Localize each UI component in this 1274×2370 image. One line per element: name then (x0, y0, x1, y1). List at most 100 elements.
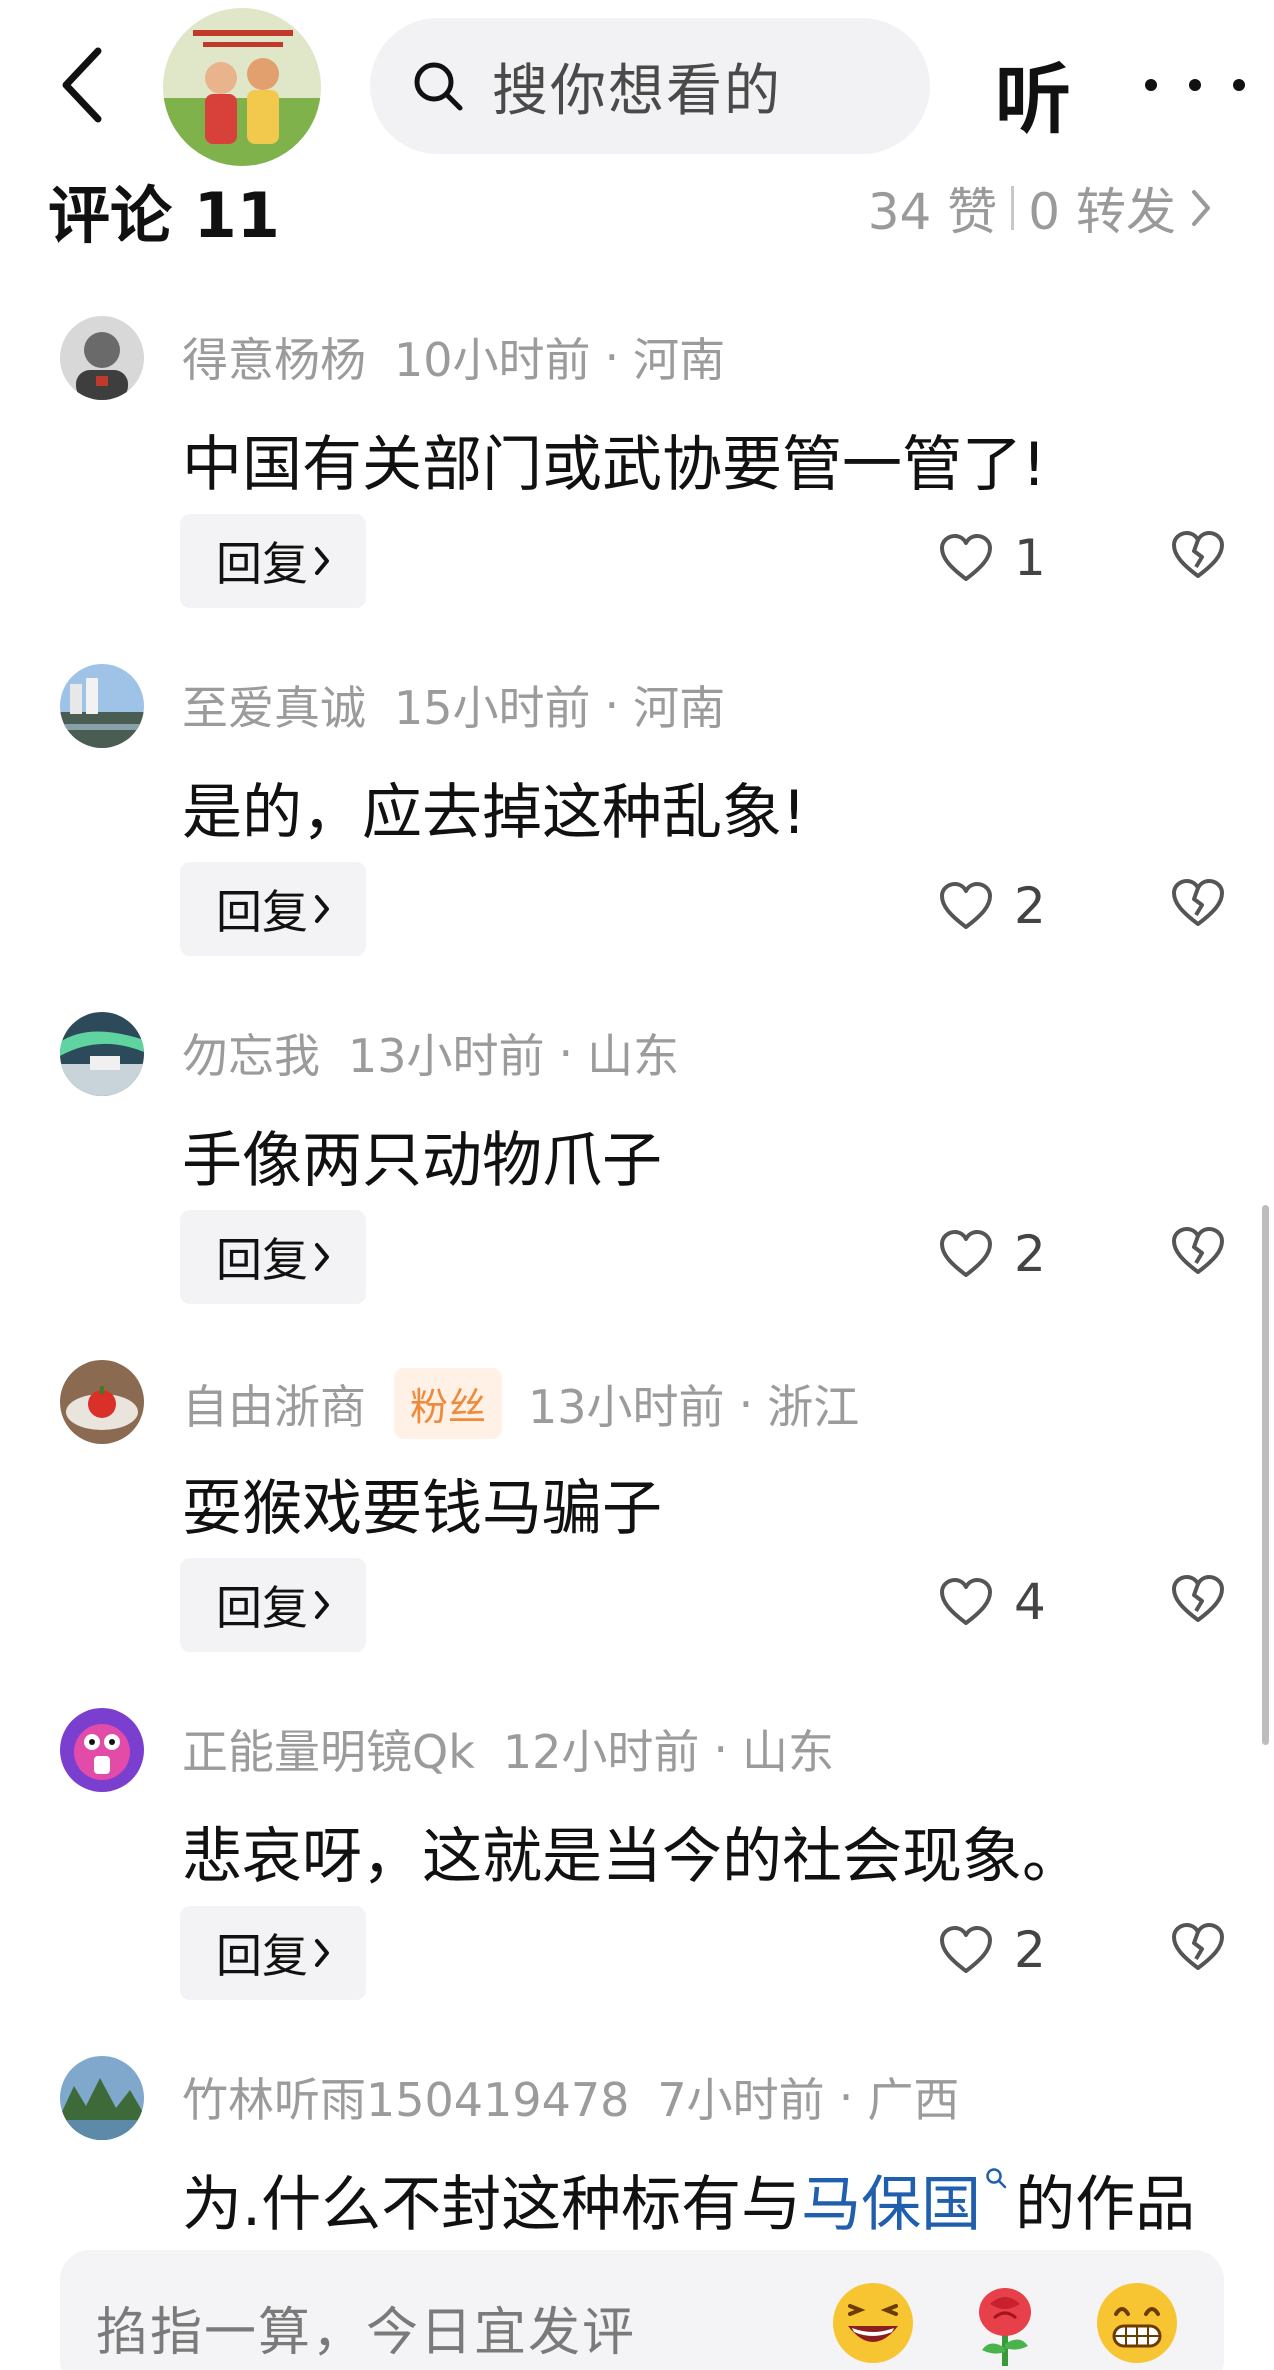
comment-text: 悲哀呀，这就是当今的社会现象。 (182, 1822, 1082, 1892)
more-button[interactable] (1145, 55, 1245, 115)
comment-time: 13小时前 (348, 1029, 545, 1083)
divider (1011, 186, 1015, 230)
commenter-name[interactable]: 勿忘我 (182, 1020, 320, 1086)
search-box[interactable]: 搜你想看的 (370, 18, 930, 154)
like-count: 4 (1014, 1573, 1046, 1631)
reply-button[interactable]: 回复 (180, 1558, 366, 1652)
chevron-right-icon (315, 895, 329, 923)
comment-region: 河南 (633, 333, 726, 387)
likes-count: 34 赞 (867, 183, 998, 241)
comment-item: 勿忘我 13小时前 · 山东 手像两只动物爪子 回复 2 (0, 1012, 1274, 1360)
chevron-left-icon (62, 47, 102, 123)
comment-meta: 正能量明镜Qk 12小时前 · 山东 (182, 1716, 834, 1782)
commenter-name[interactable]: 自由浙商 (182, 1371, 366, 1437)
more-dot-icon (1189, 79, 1201, 91)
broken-heart-icon (1172, 1575, 1224, 1622)
chevron-right-icon (315, 547, 329, 575)
laughing-emoji-icon[interactable] (828, 2278, 918, 2368)
dislike-button[interactable] (1170, 1573, 1226, 1629)
commenter-name[interactable]: 竹林听雨150419478 (182, 2064, 629, 2130)
search-icon (986, 2168, 1007, 2189)
comment-text: 是的，应去掉这种乱象! (182, 778, 807, 848)
comment-text-after: 的作品 (1015, 2170, 1196, 2240)
comment-text: 手像两只动物爪子 (182, 1126, 662, 1196)
reposts-count: 0 转发 (1028, 183, 1176, 241)
like-button[interactable]: 1 (938, 529, 1046, 587)
chevron-right-icon (315, 1591, 329, 1619)
grin-emoji-icon[interactable] (1092, 2278, 1182, 2368)
reply-button[interactable]: 回复 (180, 1906, 366, 2000)
like-button[interactable]: 2 (938, 1225, 1046, 1283)
comment-meta: 得意杨杨 10小时前 · 河南 (182, 324, 725, 390)
more-dot-icon (1145, 79, 1157, 91)
comment-text: 耍猴戏要钱马骗子 (182, 1474, 662, 1544)
top-bar: 搜你想看的 听 (0, 0, 1274, 170)
comment-time: 13小时前 (528, 1379, 725, 1434)
comment-input-placeholder: 掐指一算，今日宜发评 (96, 2303, 637, 2363)
author-avatar[interactable] (163, 8, 321, 166)
like-button[interactable]: 2 (938, 877, 1046, 935)
dislike-button[interactable] (1170, 1921, 1226, 1977)
comments-count-title: 评论 11 (48, 179, 280, 252)
reply-button[interactable]: 回复 (180, 862, 366, 956)
comment-region: 山东 (742, 1725, 835, 1779)
heart-icon (940, 1926, 992, 1973)
heart-icon (940, 1578, 992, 1625)
broken-heart-icon (1172, 1923, 1224, 1970)
reply-label: 回复 (216, 1581, 308, 1635)
comment-time: 12小时前 (502, 1725, 700, 1779)
scrollbar[interactable] (1262, 1205, 1269, 1745)
chevron-right-icon (1192, 190, 1210, 226)
commenter-avatar[interactable] (60, 2056, 144, 2140)
listen-button[interactable]: 听 (995, 38, 1071, 148)
commenter-avatar[interactable] (60, 1360, 144, 1444)
comment-item: 竹林听雨150419478 7小时前 · 广西 为.什么不封这种标有与马保国 的作… (0, 2056, 1274, 2240)
comment-item: 自由浙商 粉丝 13小时前 · 浙江 耍猴戏要钱马骗子 回复 4 (0, 1360, 1274, 1708)
commenter-avatar[interactable] (60, 1708, 144, 1792)
commenter-name[interactable]: 正能量明镜Qk (182, 1716, 475, 1782)
comment-text: 中国有关部门或武协要管一管了! (182, 430, 1047, 500)
reply-label: 回复 (216, 1233, 308, 1287)
commenter-name[interactable]: 至爱真诚 (182, 672, 366, 738)
rose-emoji-icon[interactable] (960, 2278, 1050, 2368)
search-link[interactable]: 马保国 (801, 2170, 981, 2240)
heart-icon (940, 534, 992, 581)
commenter-name[interactable]: 得意杨杨 (182, 324, 366, 390)
search-placeholder: 搜你想看的 (492, 58, 782, 124)
comment-input-bar[interactable]: 掐指一算，今日宜发评 (60, 2250, 1224, 2370)
more-dot-icon (1233, 79, 1245, 91)
commenter-avatar[interactable] (60, 1012, 144, 1096)
like-button[interactable]: 2 (938, 1921, 1046, 1979)
separator-dot: · (604, 330, 620, 384)
comment-region: 河南 (633, 681, 726, 735)
reply-label: 回复 (216, 885, 308, 939)
like-count: 2 (1014, 1921, 1046, 1979)
search-icon (414, 62, 463, 111)
broken-heart-icon (1172, 531, 1224, 578)
comment-item: 至爱真诚 15小时前 · 河南 是的，应去掉这种乱象! 回复 2 (0, 664, 1274, 1012)
dislike-button[interactable] (1170, 529, 1226, 585)
comment-item: 得意杨杨 10小时前 · 河南 中国有关部门或武协要管一管了! 回复 1 (0, 316, 1274, 664)
like-button[interactable]: 4 (938, 1573, 1046, 1631)
dislike-button[interactable] (1170, 1225, 1226, 1281)
reply-button[interactable]: 回复 (180, 1210, 366, 1304)
reply-label: 回复 (216, 537, 308, 591)
commenter-avatar[interactable] (60, 664, 144, 748)
like-count: 2 (1014, 1225, 1046, 1283)
comment-meta: 至爱真诚 15小时前 · 河南 (182, 672, 725, 738)
dislike-button[interactable] (1170, 877, 1226, 933)
separator-dot: · (713, 1722, 729, 1776)
comment-meta: 竹林听雨150419478 7小时前 · 广西 (182, 2064, 959, 2130)
commenter-avatar[interactable] (60, 316, 144, 400)
comment-item: 正能量明镜Qk 12小时前 · 山东 悲哀呀，这就是当今的社会现象。 回复 2 (0, 1708, 1274, 2056)
broken-heart-icon (1172, 1227, 1224, 1274)
comment-time: 15小时前 (394, 681, 591, 735)
chevron-right-icon (315, 1243, 329, 1271)
stats-link[interactable]: 34 赞 0 转发 (868, 172, 1212, 244)
reply-button[interactable]: 回复 (180, 514, 366, 608)
broken-heart-icon (1172, 879, 1224, 926)
comment-meta: 自由浙商 粉丝 13小时前 · 浙江 (182, 1368, 859, 1439)
comment-region: 浙江 (767, 1379, 860, 1434)
back-button[interactable] (52, 40, 112, 130)
separator-dot: · (838, 2070, 854, 2124)
